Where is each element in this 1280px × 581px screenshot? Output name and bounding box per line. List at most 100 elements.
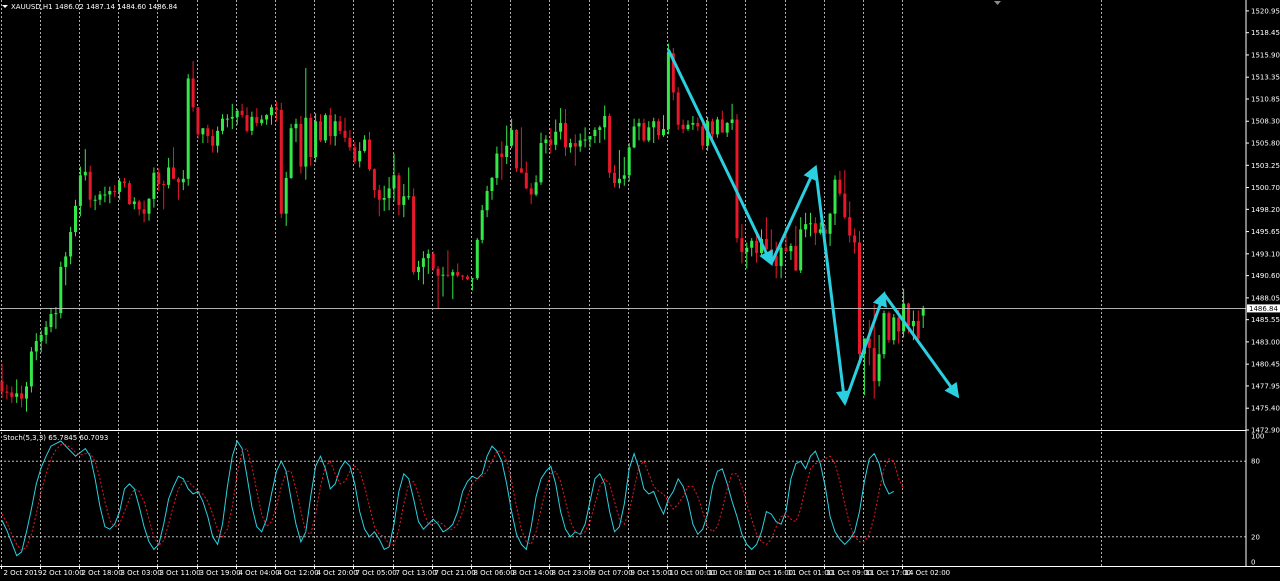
candle-body [921,308,925,316]
candle-body [539,143,543,183]
candle-body [799,229,803,271]
time-tick-label: 7 Oct 21:00 [435,569,476,577]
candle-body [784,247,788,252]
stoch-tick-label: 20 [1251,533,1260,541]
price-tick-label: 1495.65 [1251,228,1280,236]
candle-body [39,334,43,342]
candle [515,129,518,172]
candle-body [323,115,327,141]
candle [196,107,200,139]
candle-body [916,320,920,339]
candle [475,238,479,280]
candle-body [789,245,793,252]
candle [892,313,896,345]
candle-body [382,197,386,200]
candle-body [284,177,288,214]
price-tick-label: 1508.30 [1251,118,1280,126]
candle-body [681,124,685,130]
candle-body [632,126,636,148]
candle-body [304,117,308,167]
candle-body [358,150,362,162]
candle-body [88,171,92,200]
candle-body [715,119,719,135]
candle-body [725,122,729,133]
time-tick-label: 2 Oct 10:00 [43,569,84,577]
candle-body [127,183,131,205]
candle-body [216,130,220,146]
candle-body [578,140,582,147]
candle-body [436,268,440,276]
candle-body [353,147,357,162]
candle-body [637,122,641,127]
time-tick-label: 8 Oct 23:00 [552,569,593,577]
candle-body [627,147,631,176]
candle-body [137,201,141,210]
candle [431,251,435,272]
candle-body [167,167,171,185]
candle-body [289,128,293,178]
candle-body [524,172,528,189]
candle-body [191,78,195,108]
candle-body [147,198,151,214]
candle-body [583,139,587,141]
candle-body [573,143,577,147]
candle [279,102,283,219]
candle-body [108,191,112,195]
candle-body [235,110,239,117]
candle-body [490,177,494,192]
candle [299,116,303,174]
candle-body [662,129,665,136]
candle [480,204,484,244]
candle-body [515,129,518,169]
candle-body [588,136,592,140]
candle-body [93,199,97,201]
candle-body [666,53,670,130]
price-tick-label: 1510.85 [1251,95,1280,103]
candle-body [480,210,484,240]
candle [608,113,612,178]
candle-body [44,327,48,335]
candle-body [510,129,514,146]
candle-body [642,122,646,141]
candle-body [274,107,278,110]
candle-body [201,128,205,135]
candle-body [676,92,680,125]
candle-body [887,313,891,341]
candle-body [907,303,910,327]
candle-body [828,213,832,234]
candle-body [711,121,714,135]
candle-body [132,201,136,205]
candle-body [20,393,24,399]
symbol-label: XAUUSD,H1 1486.02 1487.14 1484.60 1486.8… [11,3,178,11]
candle-body [0,381,4,392]
candle-body [157,172,161,185]
candle-body [617,178,621,184]
candle [735,114,739,243]
candle-body [328,115,332,137]
candle-body [456,272,460,276]
candle-body [691,122,695,125]
candle-body [730,119,734,123]
candle-body [804,224,808,230]
candle-body [495,153,499,178]
price-tick-label: 1483.00 [1251,338,1280,346]
candle-body [10,392,14,397]
candle-body [647,127,651,141]
price-tick-label: 1488.05 [1251,294,1280,302]
time-tick-label: 2 Oct 18:00 [82,569,123,577]
candle-body [720,119,724,133]
candle [412,188,416,275]
candle-body [34,341,38,352]
candle-body [255,116,259,123]
candle-body [843,193,847,218]
candle-body [387,188,391,198]
candle [186,74,190,186]
candle-body [172,167,175,179]
candle-body [377,190,381,200]
time-tick-label: 4 Oct 20:00 [317,569,358,577]
candle-body [402,196,406,205]
candle-body [686,124,690,130]
price-tick-label: 1480.45 [1251,361,1280,369]
candle-body [113,191,117,193]
time-tick-label: 8 Oct 06:00 [474,569,515,577]
